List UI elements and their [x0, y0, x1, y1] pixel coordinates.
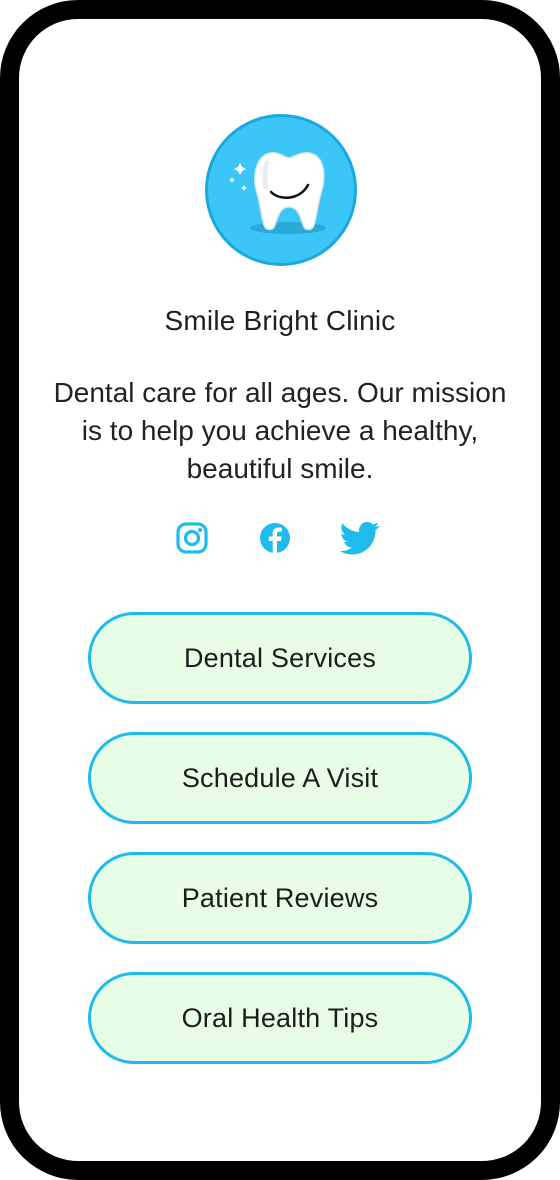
- tooth-icon: [229, 152, 326, 234]
- instagram-icon: [176, 522, 208, 554]
- twitter-icon: [340, 522, 380, 555]
- schedule-visit-button[interactable]: Schedule A Visit: [88, 732, 472, 824]
- twitter-link[interactable]: [340, 518, 380, 558]
- clinic-bio: Dental care for all ages. Our mission is…: [53, 377, 507, 484]
- clinic-name: Smile Bright Clinic: [164, 305, 396, 336]
- facebook-link[interactable]: [255, 518, 295, 558]
- instagram-link[interactable]: [172, 518, 212, 558]
- dental-services-button[interactable]: Dental Services: [88, 612, 472, 704]
- oral-health-tips-button[interactable]: Oral Health Tips: [88, 972, 472, 1064]
- clinic-avatar: [205, 114, 357, 266]
- patient-reviews-button[interactable]: Patient Reviews: [88, 852, 472, 944]
- facebook-icon: [260, 523, 290, 553]
